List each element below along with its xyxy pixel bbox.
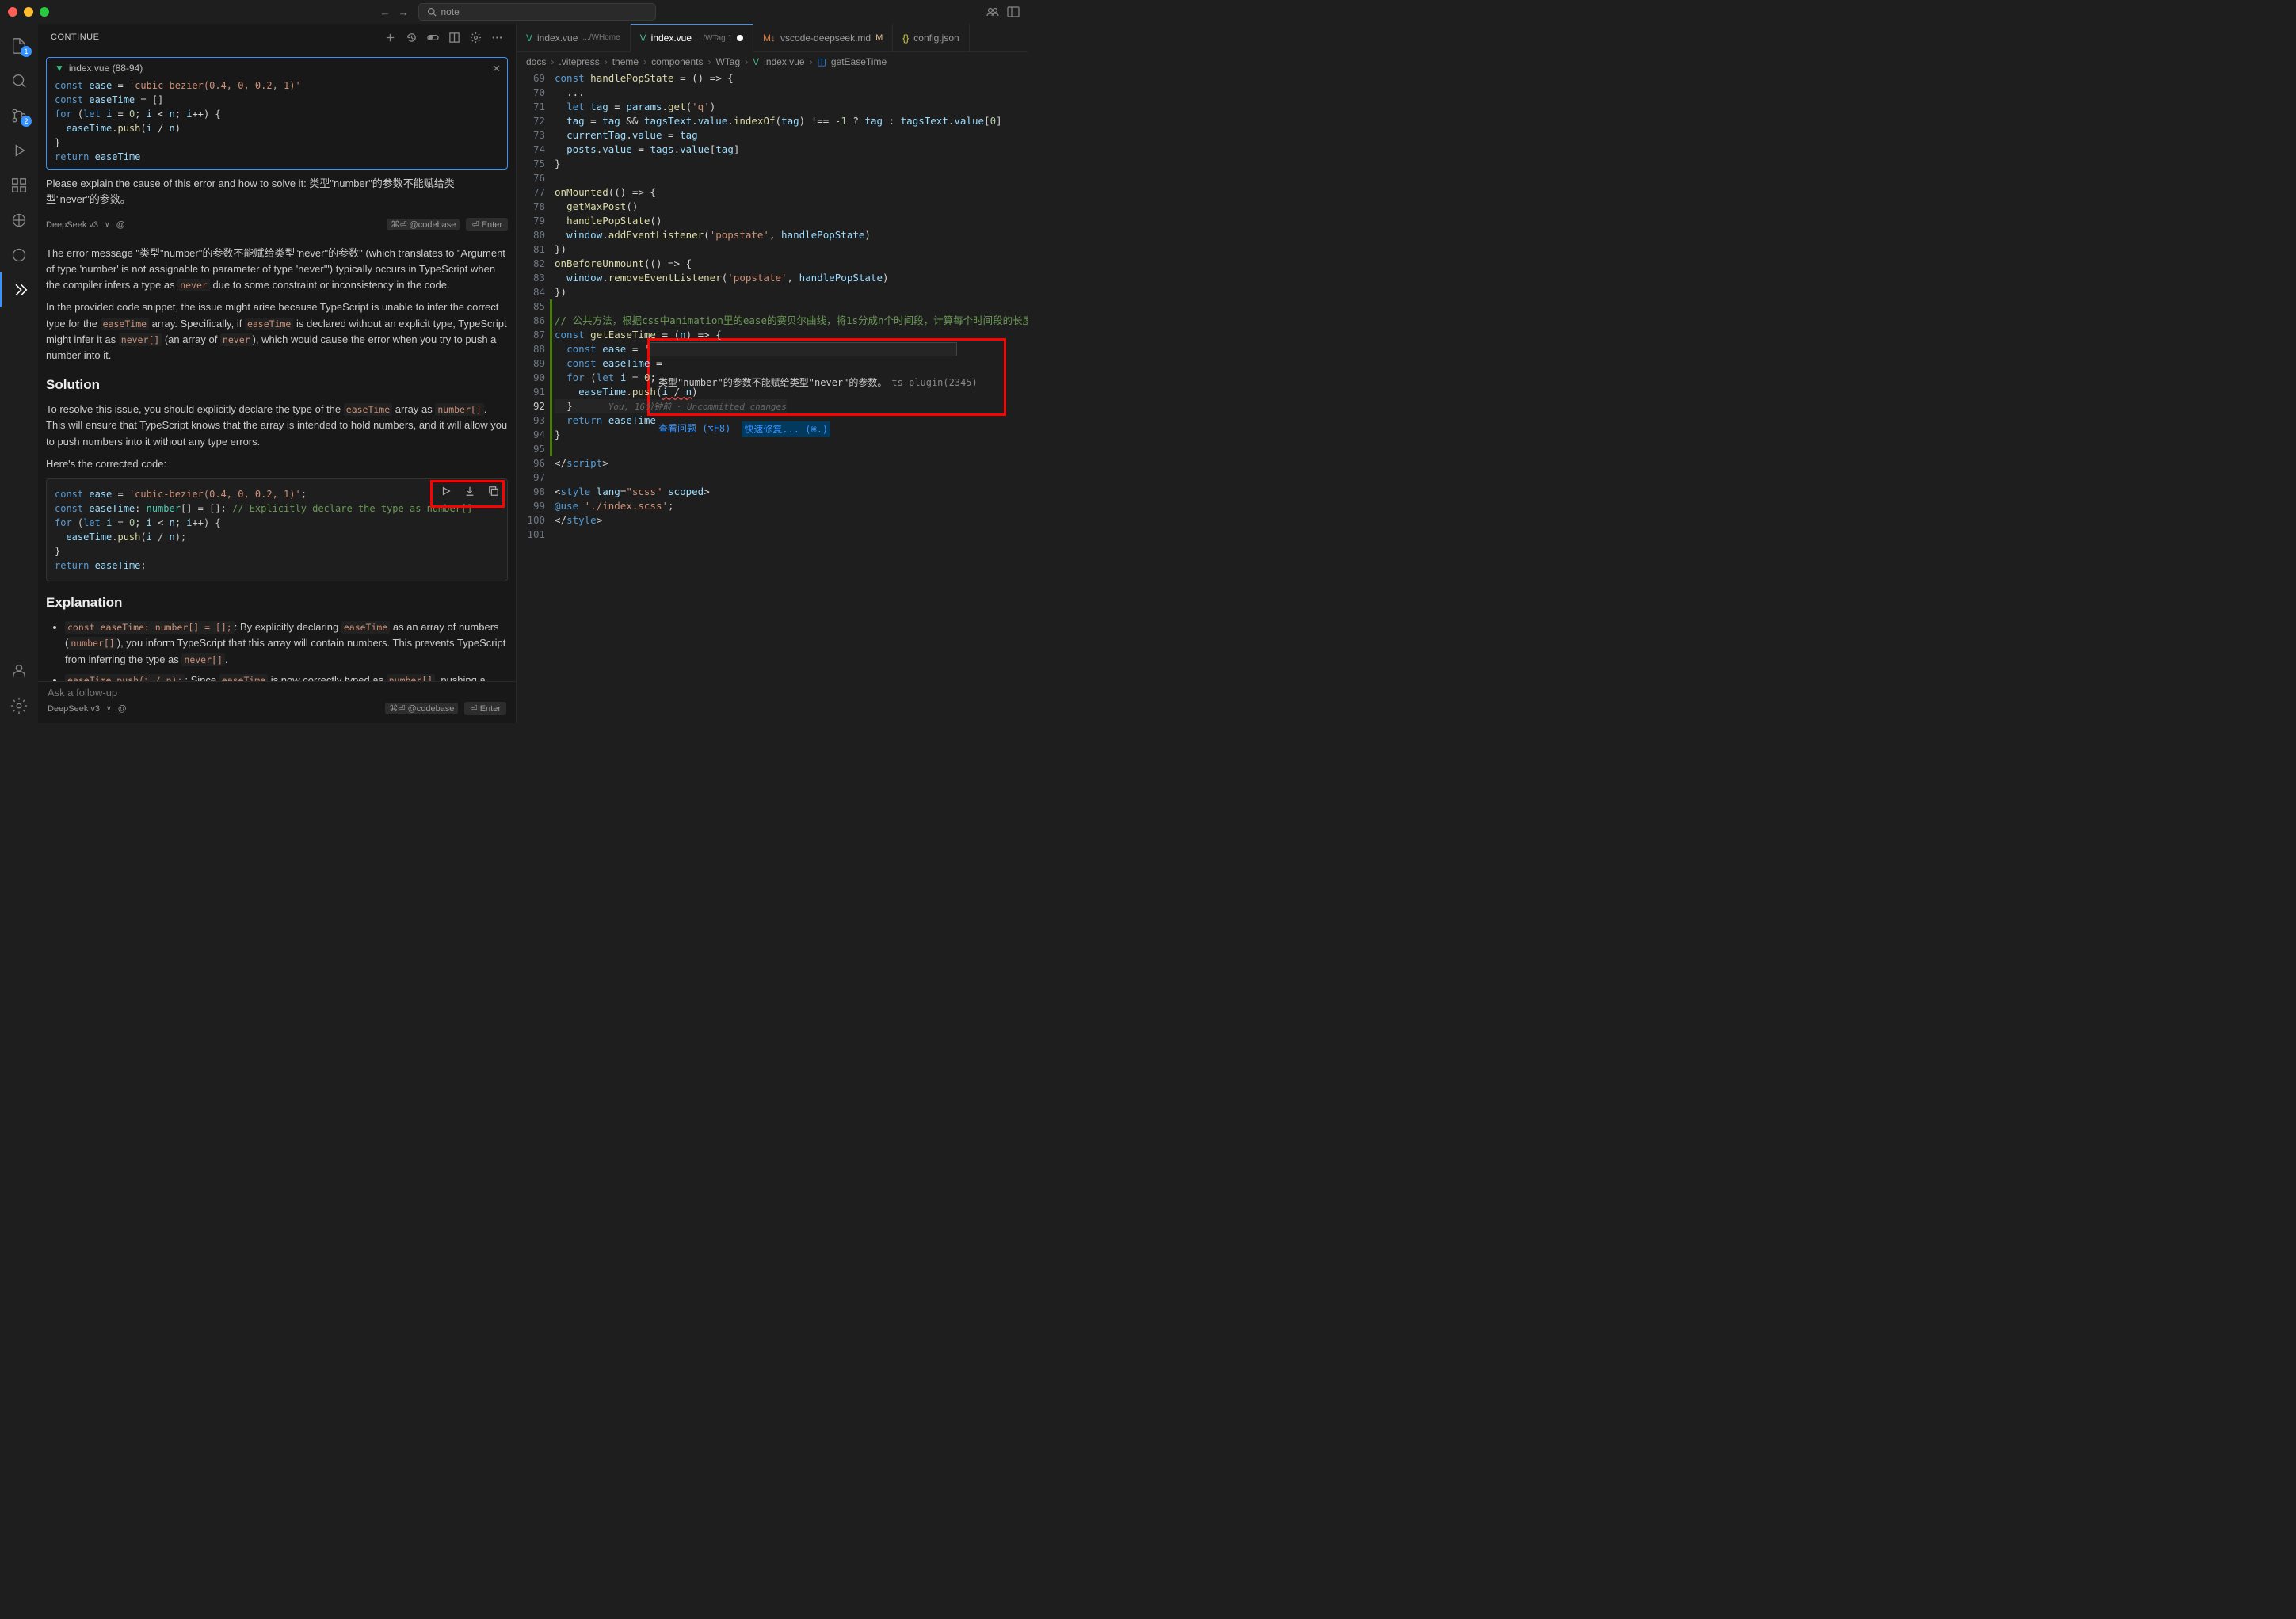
- titlebar: ← → note: [0, 0, 1028, 24]
- explorer-badge: 1: [21, 46, 32, 57]
- tab-index-wtag[interactable]: V index.vue .../WTag 1: [631, 24, 753, 52]
- attach-icon[interactable]: @: [116, 220, 125, 230]
- vue-icon: V: [640, 32, 646, 44]
- search-icon: [427, 7, 437, 17]
- context-block: ▼ index.vue (88-94) ✕ const ease = 'cubi…: [46, 57, 508, 170]
- nav-back-button[interactable]: ←: [380, 6, 391, 18]
- nav-forward-button[interactable]: →: [399, 6, 409, 18]
- followup-input[interactable]: [48, 687, 506, 699]
- activity-ai-2[interactable]: [0, 238, 38, 272]
- activity-search[interactable]: [0, 63, 38, 98]
- solution-code-block: const ease = 'cubic-bezier(0.4, 0, 0.2, …: [46, 478, 508, 581]
- tabs-bar: V index.vue .../WHome V index.vue .../WT…: [517, 24, 1028, 52]
- scm-badge: 2: [21, 116, 32, 127]
- tab-index-whome[interactable]: V index.vue .../WHome: [517, 24, 631, 52]
- codebase-shortcut: ⌘⏎ @codebase: [387, 219, 460, 230]
- window-controls: [8, 7, 49, 17]
- cube-icon: ◫: [818, 56, 826, 67]
- error-source: ts-plugin(2345): [891, 375, 977, 390]
- continue-panel: CONTINUE ▼ index.vue (88-94) ✕ const eas…: [38, 24, 517, 723]
- activity-ai-1[interactable]: [0, 203, 38, 238]
- command-center-search[interactable]: note: [418, 3, 656, 21]
- close-window-button[interactable]: [8, 7, 17, 17]
- vue-icon: ▼: [55, 63, 64, 74]
- chevron-down-icon[interactable]: ∨: [105, 220, 110, 229]
- enter-button[interactable]: ⏎ Enter: [466, 218, 508, 231]
- activity-continue[interactable]: [0, 272, 38, 307]
- more-icon[interactable]: [491, 32, 503, 44]
- new-chat-icon[interactable]: [384, 32, 396, 44]
- search-text: note: [441, 6, 460, 17]
- activity-source-control[interactable]: 2: [0, 98, 38, 133]
- activity-explorer[interactable]: 1: [0, 29, 38, 63]
- attach-icon[interactable]: @: [118, 704, 127, 714]
- followup-container: DeepSeek v3 ∨ @ ⌘⏎ @codebase ⏎ Enter: [38, 681, 516, 723]
- error-hover-popup: 类型"number"的参数不能赋给类型"never"的参数。 ts-plugin…: [650, 342, 957, 356]
- line-numbers: 6970717273747576777879808182838485868788…: [517, 71, 555, 723]
- prompt-footer: DeepSeek v3 ∨ @ ⌘⏎ @codebase ⏎ Enter: [46, 215, 508, 234]
- context-filename: index.vue (88-94): [69, 63, 143, 74]
- ai-response: The error message "类型"number"的参数不能赋给类型"n…: [46, 234, 508, 681]
- model-selector-2[interactable]: DeepSeek v3: [48, 704, 100, 714]
- explanation-heading: Explanation: [46, 592, 508, 613]
- quick-fix-link[interactable]: 快速修复... (⌘.): [742, 421, 830, 437]
- accounts-icon[interactable]: [986, 6, 999, 18]
- chevron-down-icon[interactable]: ∨: [106, 704, 112, 713]
- solution-heading: Solution: [46, 375, 508, 395]
- run-icon[interactable]: [437, 482, 455, 500]
- context-code: const ease = 'cubic-bezier(0.4, 0, 0.2, …: [55, 78, 499, 164]
- editor-area: V index.vue .../WHome V index.vue .../WT…: [517, 24, 1028, 723]
- error-message: 类型"number"的参数不能赋给类型"never"的参数。: [658, 375, 887, 390]
- maximize-window-button[interactable]: [40, 7, 49, 17]
- continue-header: CONTINUE: [38, 24, 516, 51]
- enter-button-2[interactable]: ⏎ Enter: [464, 702, 506, 715]
- insert-icon[interactable]: [461, 482, 479, 500]
- gear-icon[interactable]: [470, 32, 482, 44]
- codebase-shortcut-2: ⌘⏎ @codebase: [385, 703, 458, 714]
- minimize-window-button[interactable]: [24, 7, 33, 17]
- tab-config-json[interactable]: {} config.json: [893, 24, 969, 52]
- tab-deepseek-md[interactable]: M↓ vscode-deepseek.md M: [753, 24, 893, 52]
- expand-icon[interactable]: [448, 32, 460, 44]
- activity-accounts[interactable]: [0, 653, 38, 688]
- history-icon[interactable]: [406, 32, 418, 44]
- model-selector[interactable]: DeepSeek v3: [46, 220, 98, 230]
- json-icon: {}: [902, 32, 909, 44]
- dirty-indicator-icon: [737, 35, 743, 41]
- markdown-icon: M↓: [763, 32, 776, 44]
- editor-content[interactable]: 6970717273747576777879808182838485868788…: [517, 71, 1028, 723]
- close-icon[interactable]: ✕: [492, 63, 501, 75]
- activity-debug[interactable]: [0, 133, 38, 168]
- vue-icon: V: [526, 32, 532, 44]
- vue-icon: V: [753, 56, 759, 67]
- activity-settings[interactable]: [0, 688, 38, 723]
- breadcrumbs[interactable]: docs› .vitepress› theme› components› WTa…: [517, 52, 1028, 71]
- activity-extensions[interactable]: [0, 168, 38, 203]
- copy-icon[interactable]: [485, 482, 502, 500]
- code-area[interactable]: 类型"number"的参数不能赋给类型"never"的参数。 ts-plugin…: [555, 71, 1028, 723]
- user-prompt: Please explain the cause of this error a…: [46, 176, 508, 207]
- view-problem-link[interactable]: 查看问题 (⌥F8): [658, 421, 730, 437]
- activity-bar: 1 2: [0, 24, 38, 723]
- layout-icon[interactable]: [1007, 6, 1020, 18]
- continue-title: CONTINUE: [51, 32, 99, 42]
- toggle-icon[interactable]: [427, 32, 439, 44]
